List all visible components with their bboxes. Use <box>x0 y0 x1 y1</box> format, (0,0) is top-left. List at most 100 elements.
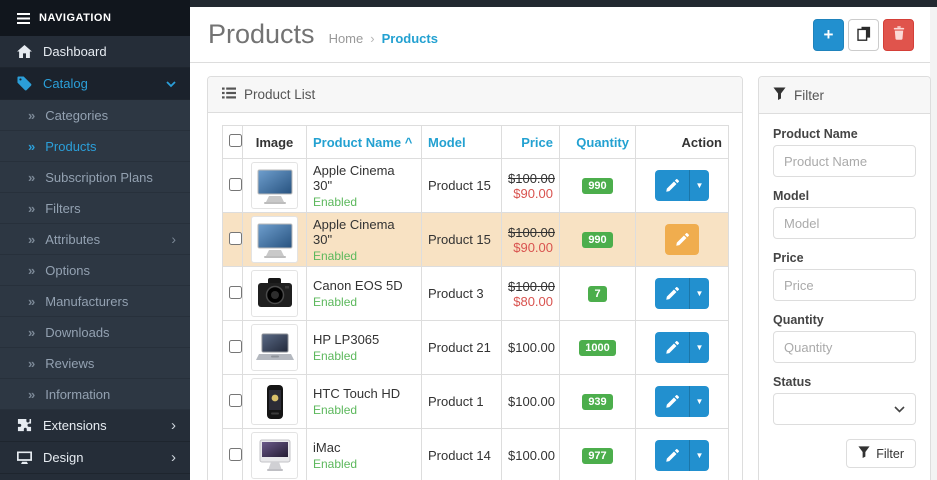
sidebar-subitem-reviews[interactable]: » Reviews <box>0 348 190 379</box>
sidebar-subitem-label: Categories <box>45 108 176 123</box>
filter-heading: Filter <box>759 77 930 114</box>
list-icon <box>222 87 236 102</box>
edit-button[interactable] <box>655 440 689 471</box>
sidebar-subitem-categories[interactable]: » Categories <box>0 100 190 131</box>
product-status: Enabled <box>313 195 415 209</box>
double-chevron-icon: » <box>28 263 35 278</box>
edit-button[interactable] <box>655 332 689 363</box>
edit-dropdown-toggle[interactable]: ▼ <box>689 440 709 471</box>
quantity-badge: 990 <box>582 178 612 194</box>
column-quantity[interactable]: Quantity <box>560 126 636 159</box>
chevron-right-icon: › <box>171 418 176 433</box>
sidebar-item-catalog[interactable]: Catalog <box>0 68 190 100</box>
double-chevron-icon: » <box>28 387 35 402</box>
row-checkbox[interactable] <box>229 394 242 407</box>
edit-dropdown-toggle[interactable]: ▼ <box>689 170 709 201</box>
sidebar-subitem-manufacturers[interactable]: » Manufacturers <box>0 286 190 317</box>
sidebar-subitem-filters[interactable]: » Filters <box>0 193 190 224</box>
display-icon <box>16 451 33 465</box>
row-checkbox[interactable] <box>229 340 242 353</box>
breadcrumb-home[interactable]: Home <box>329 31 364 46</box>
price-old: $100.00 <box>508 225 553 240</box>
breadcrumb: Home › Products <box>329 31 438 46</box>
sidebar-item-design[interactable]: Design › <box>0 442 190 474</box>
filter-model-input[interactable] <box>773 207 916 239</box>
filter-apply-button[interactable]: Filter <box>846 439 916 468</box>
chevron-right-icon: › <box>171 231 176 247</box>
edit-button[interactable] <box>665 224 699 255</box>
double-chevron-icon: » <box>28 201 35 216</box>
sidebar-subitem-downloads[interactable]: » Downloads <box>0 317 190 348</box>
product-model: Product 21 <box>422 321 502 375</box>
price-special: $90.00 <box>508 240 553 255</box>
column-product-name[interactable]: Product Name ^ <box>307 126 422 159</box>
sidebar-item-extensions[interactable]: Extensions › <box>0 410 190 442</box>
trash-icon <box>893 26 905 43</box>
edit-dropdown-toggle[interactable]: ▼ <box>689 332 709 363</box>
product-table: Image Product Name ^ Model Price Quantit… <box>222 125 729 480</box>
column-price[interactable]: Price <box>502 126 560 159</box>
sort-asc-indicator: ^ <box>405 135 413 150</box>
funnel-icon <box>773 87 786 103</box>
filter-label-product-name: Product Name <box>773 127 916 141</box>
top-dark-bar <box>190 0 937 7</box>
sidebar-subitem-label: Downloads <box>45 325 176 340</box>
navigation-label: NAVIGATION <box>39 12 111 24</box>
product-price: $100.00$90.00 <box>502 159 560 213</box>
sidebar-subitem-attributes[interactable]: » Attributes › <box>0 224 190 255</box>
sidebar-subitem-options[interactable]: » Options <box>0 255 190 286</box>
row-checkbox[interactable] <box>229 286 242 299</box>
sidebar-item-dashboard[interactable]: Dashboard <box>0 36 190 68</box>
sidebar-subitem-label: Subscription Plans <box>45 170 176 185</box>
quantity-badge: 977 <box>582 448 612 464</box>
sidebar-subitem-label: Filters <box>45 201 176 216</box>
price-old: $100.00 <box>508 171 553 186</box>
sidebar-subitem-products[interactable]: » Products <box>0 131 190 162</box>
edit-button[interactable] <box>655 170 689 201</box>
sidebar-item-label: Design <box>43 450 161 465</box>
product-price: $100.00 <box>502 429 560 480</box>
page-header: Products Home › Products + <box>190 7 930 63</box>
edit-dropdown-toggle[interactable]: ▼ <box>689 278 709 309</box>
sidebar-subitem-label: Attributes <box>45 232 161 247</box>
copy-button[interactable] <box>848 19 879 51</box>
filter-product-name-input[interactable] <box>773 145 916 177</box>
row-checkbox[interactable] <box>229 232 242 245</box>
product-list-title: Product List <box>244 87 315 102</box>
product-status: Enabled <box>313 349 415 363</box>
table-row: Canon EOS 5DEnabled Product 3 $100.00$80… <box>223 267 729 321</box>
double-chevron-icon: » <box>28 108 35 123</box>
price-special: $90.00 <box>508 186 553 201</box>
row-checkbox[interactable] <box>229 448 242 461</box>
product-thumbnail-monitor-icon <box>251 216 298 263</box>
breadcrumb-current[interactable]: Products <box>382 31 438 46</box>
column-model[interactable]: Model <box>422 126 502 159</box>
edit-dropdown-toggle[interactable]: ▼ <box>689 386 709 417</box>
filter-price-input[interactable] <box>773 269 916 301</box>
price-old: $100.00 <box>508 279 553 294</box>
product-model: Product 15 <box>422 159 502 213</box>
quantity-badge: 1000 <box>579 340 615 356</box>
filter-label-model: Model <box>773 189 916 203</box>
column-image: Image <box>243 126 307 159</box>
sidebar-subitem-subscription-plans[interactable]: » Subscription Plans <box>0 162 190 193</box>
product-name: iMac <box>313 440 415 455</box>
product-status: Enabled <box>313 457 415 471</box>
puzzle-icon <box>16 418 33 433</box>
tag-icon <box>16 76 33 91</box>
sidebar-subitem-label: Options <box>45 263 176 278</box>
page-title: Products <box>208 19 315 50</box>
edit-button[interactable] <box>655 278 689 309</box>
select-all-checkbox[interactable] <box>229 134 242 147</box>
double-chevron-icon: » <box>28 232 35 247</box>
product-thumbnail-monitor-icon <box>251 162 298 209</box>
row-checkbox[interactable] <box>229 178 242 191</box>
filter-status-select[interactable] <box>773 393 916 425</box>
product-status: Enabled <box>313 295 415 309</box>
product-status: Enabled <box>313 249 415 263</box>
add-product-button[interactable]: + <box>813 19 844 51</box>
filter-quantity-input[interactable] <box>773 331 916 363</box>
sidebar-subitem-information[interactable]: » Information <box>0 379 190 410</box>
delete-button[interactable] <box>883 19 914 51</box>
edit-button[interactable] <box>655 386 689 417</box>
